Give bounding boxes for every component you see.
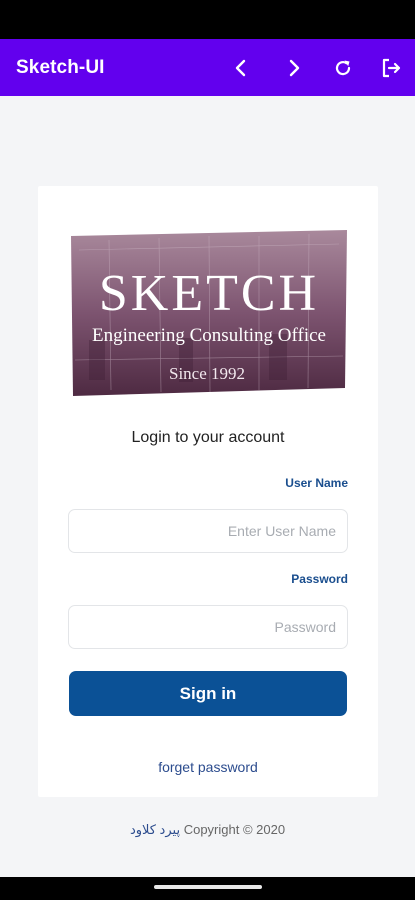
chevron-right-icon[interactable]: [279, 53, 309, 83]
logo-main-text: SKETCH: [99, 265, 319, 322]
status-bar: [0, 0, 415, 39]
footer-brand[interactable]: پیرد کلاود: [130, 822, 180, 837]
home-indicator[interactable]: [154, 885, 262, 889]
sign-in-button[interactable]: Sign in: [69, 671, 347, 716]
password-input[interactable]: [68, 605, 348, 649]
login-card: SKETCH Engineering Consulting Office Sin…: [38, 186, 378, 797]
logo-subtitle-text: Engineering Consulting Office: [92, 325, 326, 346]
navigation-bar: [0, 877, 415, 900]
app-title: Sketch-UI: [16, 57, 105, 78]
refresh-icon[interactable]: [328, 53, 358, 83]
app-bar: Sketch-UI: [0, 39, 415, 96]
username-label: User Name: [285, 476, 348, 490]
logout-icon[interactable]: [376, 53, 406, 83]
logo-since-text: Since 1992: [169, 364, 245, 383]
password-label: Password: [291, 572, 348, 586]
forget-password-link[interactable]: forget password: [38, 759, 378, 775]
footer-copyright-text: Copyright © 2020: [183, 822, 286, 837]
footer-copyright: پیرد کلاود Copyright © 2020: [0, 822, 415, 838]
username-input[interactable]: [68, 509, 348, 553]
chevron-left-icon[interactable]: [226, 53, 256, 83]
login-title: Login to your account: [131, 429, 285, 446]
sketch-logo: SKETCH Engineering Consulting Office Sin…: [71, 230, 347, 396]
